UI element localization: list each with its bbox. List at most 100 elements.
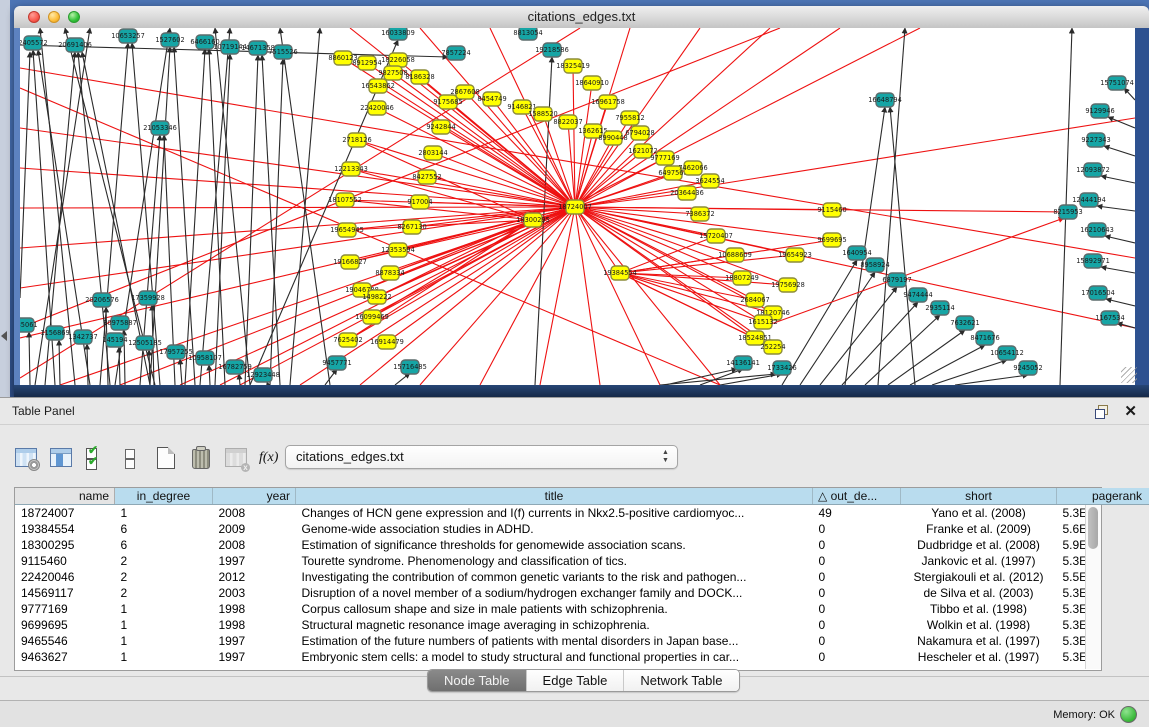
graph-node[interactable]: 8878334 [375, 266, 404, 280]
graph-node[interactable]: 8813054 [513, 28, 542, 40]
column-header-out_de[interactable]: △ out_de... [813, 488, 901, 505]
graph-node[interactable]: 15751074 [1100, 76, 1134, 90]
graph-node[interactable]: 9129946 [1085, 104, 1114, 118]
graph-node[interactable]: 14136141 [726, 356, 760, 370]
graph-node[interactable]: 12444194 [1072, 193, 1106, 207]
column-header-in_degree[interactable]: in_degree [115, 488, 213, 505]
column-header-pagerank[interactable]: pagerank [1057, 488, 1149, 505]
graph-node[interactable]: 1733426 [767, 361, 796, 375]
graph-node[interactable]: 30975887 [103, 316, 137, 330]
graph-node[interactable]: 12353594 [381, 243, 415, 257]
resize-grip-icon[interactable] [1121, 367, 1137, 383]
graph-node[interactable]: 3624554 [695, 174, 724, 188]
graph-node[interactable]: 17359928 [131, 291, 165, 305]
table-body[interactable]: 1872400712008Changes of HCN gene express… [15, 505, 1149, 666]
tab-network-table[interactable]: Network Table [624, 670, 738, 691]
splitpane-collapse-icon[interactable] [1, 331, 7, 341]
graph-node[interactable]: 1167534 [1095, 311, 1124, 325]
delete-icon[interactable] [189, 446, 213, 470]
column-header-year[interactable]: year [213, 488, 296, 505]
graph-node[interactable]: 1640954 [842, 246, 871, 260]
graph-node[interactable]: 1527602 [155, 33, 184, 47]
table-row[interactable]: 969969511998Structural magnetic resonanc… [15, 617, 1149, 633]
graph-node[interactable]: 21053346 [143, 121, 177, 135]
node-table[interactable]: namein_degreeyeartitle△ out_de...shortpa… [14, 487, 1102, 671]
column-header-short[interactable]: short [901, 488, 1057, 505]
graph-node[interactable]: 20206576 [85, 293, 119, 307]
graph-node[interactable]: 8471676 [970, 331, 999, 345]
graph-node[interactable]: 16033809 [381, 28, 415, 40]
graph-node[interactable]: 17016504 [1081, 286, 1115, 300]
graph-node[interactable]: 917004 [407, 195, 432, 209]
graph-node[interactable]: 15892971 [1076, 254, 1110, 268]
table-row[interactable]: 2242004622012Investigating the contribut… [15, 569, 1149, 585]
graph-node[interactable]: 735061 [20, 318, 38, 332]
float-panel-icon[interactable] [1095, 405, 1109, 418]
graph-node[interactable]: 2803144 [418, 146, 447, 160]
graph-node[interactable]: 16961758 [591, 95, 625, 109]
column-header-title[interactable]: title [296, 488, 813, 505]
graph-node[interactable]: 252254 [760, 340, 785, 354]
graph-node[interactable]: 7632621 [950, 316, 979, 330]
graph-node[interactable]: 10654112 [990, 346, 1024, 360]
network-window[interactable]: citations_edges.txt 24055722069140610653… [14, 6, 1149, 397]
graph-node[interactable]: 8186328 [405, 70, 434, 84]
network-window-titlebar[interactable]: citations_edges.txt [14, 6, 1149, 29]
graph-node[interactable]: 8427552 [412, 170, 441, 184]
new-file-icon[interactable] [154, 446, 178, 470]
graph-node[interactable]: 16914479 [370, 335, 404, 349]
table-row[interactable]: 1872400712008Changes of HCN gene express… [15, 505, 1149, 522]
graph-node[interactable]: 9827508 [378, 66, 407, 80]
delete-table-icon[interactable]: x [224, 446, 248, 470]
graph-node[interactable]: 1156869 [40, 326, 69, 340]
graph-node-label: 9175685 [433, 98, 462, 106]
graph-node-label: 7515526 [268, 48, 297, 56]
graph-node[interactable]: 15716485 [393, 360, 427, 374]
table-header-row[interactable]: namein_degreeyeartitle△ out_de...shortpa… [15, 488, 1149, 505]
table-row[interactable]: 977716911998Corpus callosum shape and si… [15, 601, 1149, 617]
table-vertical-scrollbar[interactable] [1085, 505, 1101, 669]
table-row[interactable]: 946362711997Embryonic stem cells: a mode… [15, 649, 1149, 665]
table-settings-icon[interactable] [14, 446, 38, 470]
network-graph-canvas[interactable]: 2405572206914061065325715276026466160107… [20, 28, 1135, 385]
tab-edge-table[interactable]: Edge Table [527, 670, 625, 691]
table-select-dropdown[interactable]: citations_edges.txt ▲▼ [285, 445, 678, 469]
graph-node[interactable]: 18640910 [575, 76, 609, 90]
graph-node[interactable]: 9245052 [1013, 361, 1042, 375]
graph-node[interactable]: 16543862 [361, 79, 395, 93]
memory-ok-icon[interactable] [1120, 706, 1137, 723]
graph-node[interactable]: 22420046 [360, 101, 394, 115]
graph-node[interactable]: 19654923 [778, 248, 812, 262]
tab-node-table[interactable]: Node Table [428, 670, 527, 691]
graph-node[interactable]: 16099469 [355, 310, 389, 324]
show-columns-icon[interactable] [49, 446, 73, 470]
table-row[interactable]: 946554611997Estimation of the future num… [15, 633, 1149, 649]
graph-node[interactable]: 19218586 [535, 43, 569, 57]
column-header-name[interactable]: name [15, 488, 115, 505]
graph-node[interactable]: 8454749 [477, 92, 506, 106]
graph-node[interactable]: 145194 [102, 333, 127, 347]
table-row[interactable]: 911546021997Tourette syndrome. Phenomeno… [15, 553, 1149, 569]
graph-node[interactable]: 9699695 [817, 233, 846, 247]
graph-node[interactable]: 16648794 [868, 93, 902, 107]
graph-node[interactable]: 19756928 [771, 278, 805, 292]
table-panel-title: Table Panel [12, 404, 75, 418]
graph-node[interactable]: 7625402 [333, 333, 362, 347]
table-row[interactable]: 1938455462009Genome-wide association stu… [15, 521, 1149, 537]
rows-icon[interactable] [119, 446, 143, 470]
graph-node[interactable]: 16210643 [1080, 223, 1114, 237]
graph-node[interactable]: 9227343 [1081, 133, 1110, 147]
scrollbar-thumb[interactable] [1088, 507, 1098, 549]
graph-node[interactable]: 12093872 [1076, 163, 1110, 177]
table-row[interactable]: 1830029562008Estimation of significance … [15, 537, 1149, 553]
table-row[interactable]: 1456911722003Disruption of a novel membe… [15, 585, 1149, 601]
graph-node[interactable]: 2935114 [925, 301, 954, 315]
close-panel-icon[interactable]: ✕ [1124, 402, 1137, 420]
function-builder-icon[interactable]: f(x) [259, 446, 283, 470]
graph-node[interactable]: 10653257 [111, 29, 145, 43]
select-columns-icon[interactable]: ✔✔ [84, 446, 108, 470]
graph-node[interactable]: 8215953 [1053, 205, 1082, 219]
graph-node[interactable]: 9242844 [426, 120, 455, 134]
graph-node[interactable]: 2405572 [20, 36, 48, 50]
graph-node[interactable]: 18325419 [556, 59, 590, 73]
